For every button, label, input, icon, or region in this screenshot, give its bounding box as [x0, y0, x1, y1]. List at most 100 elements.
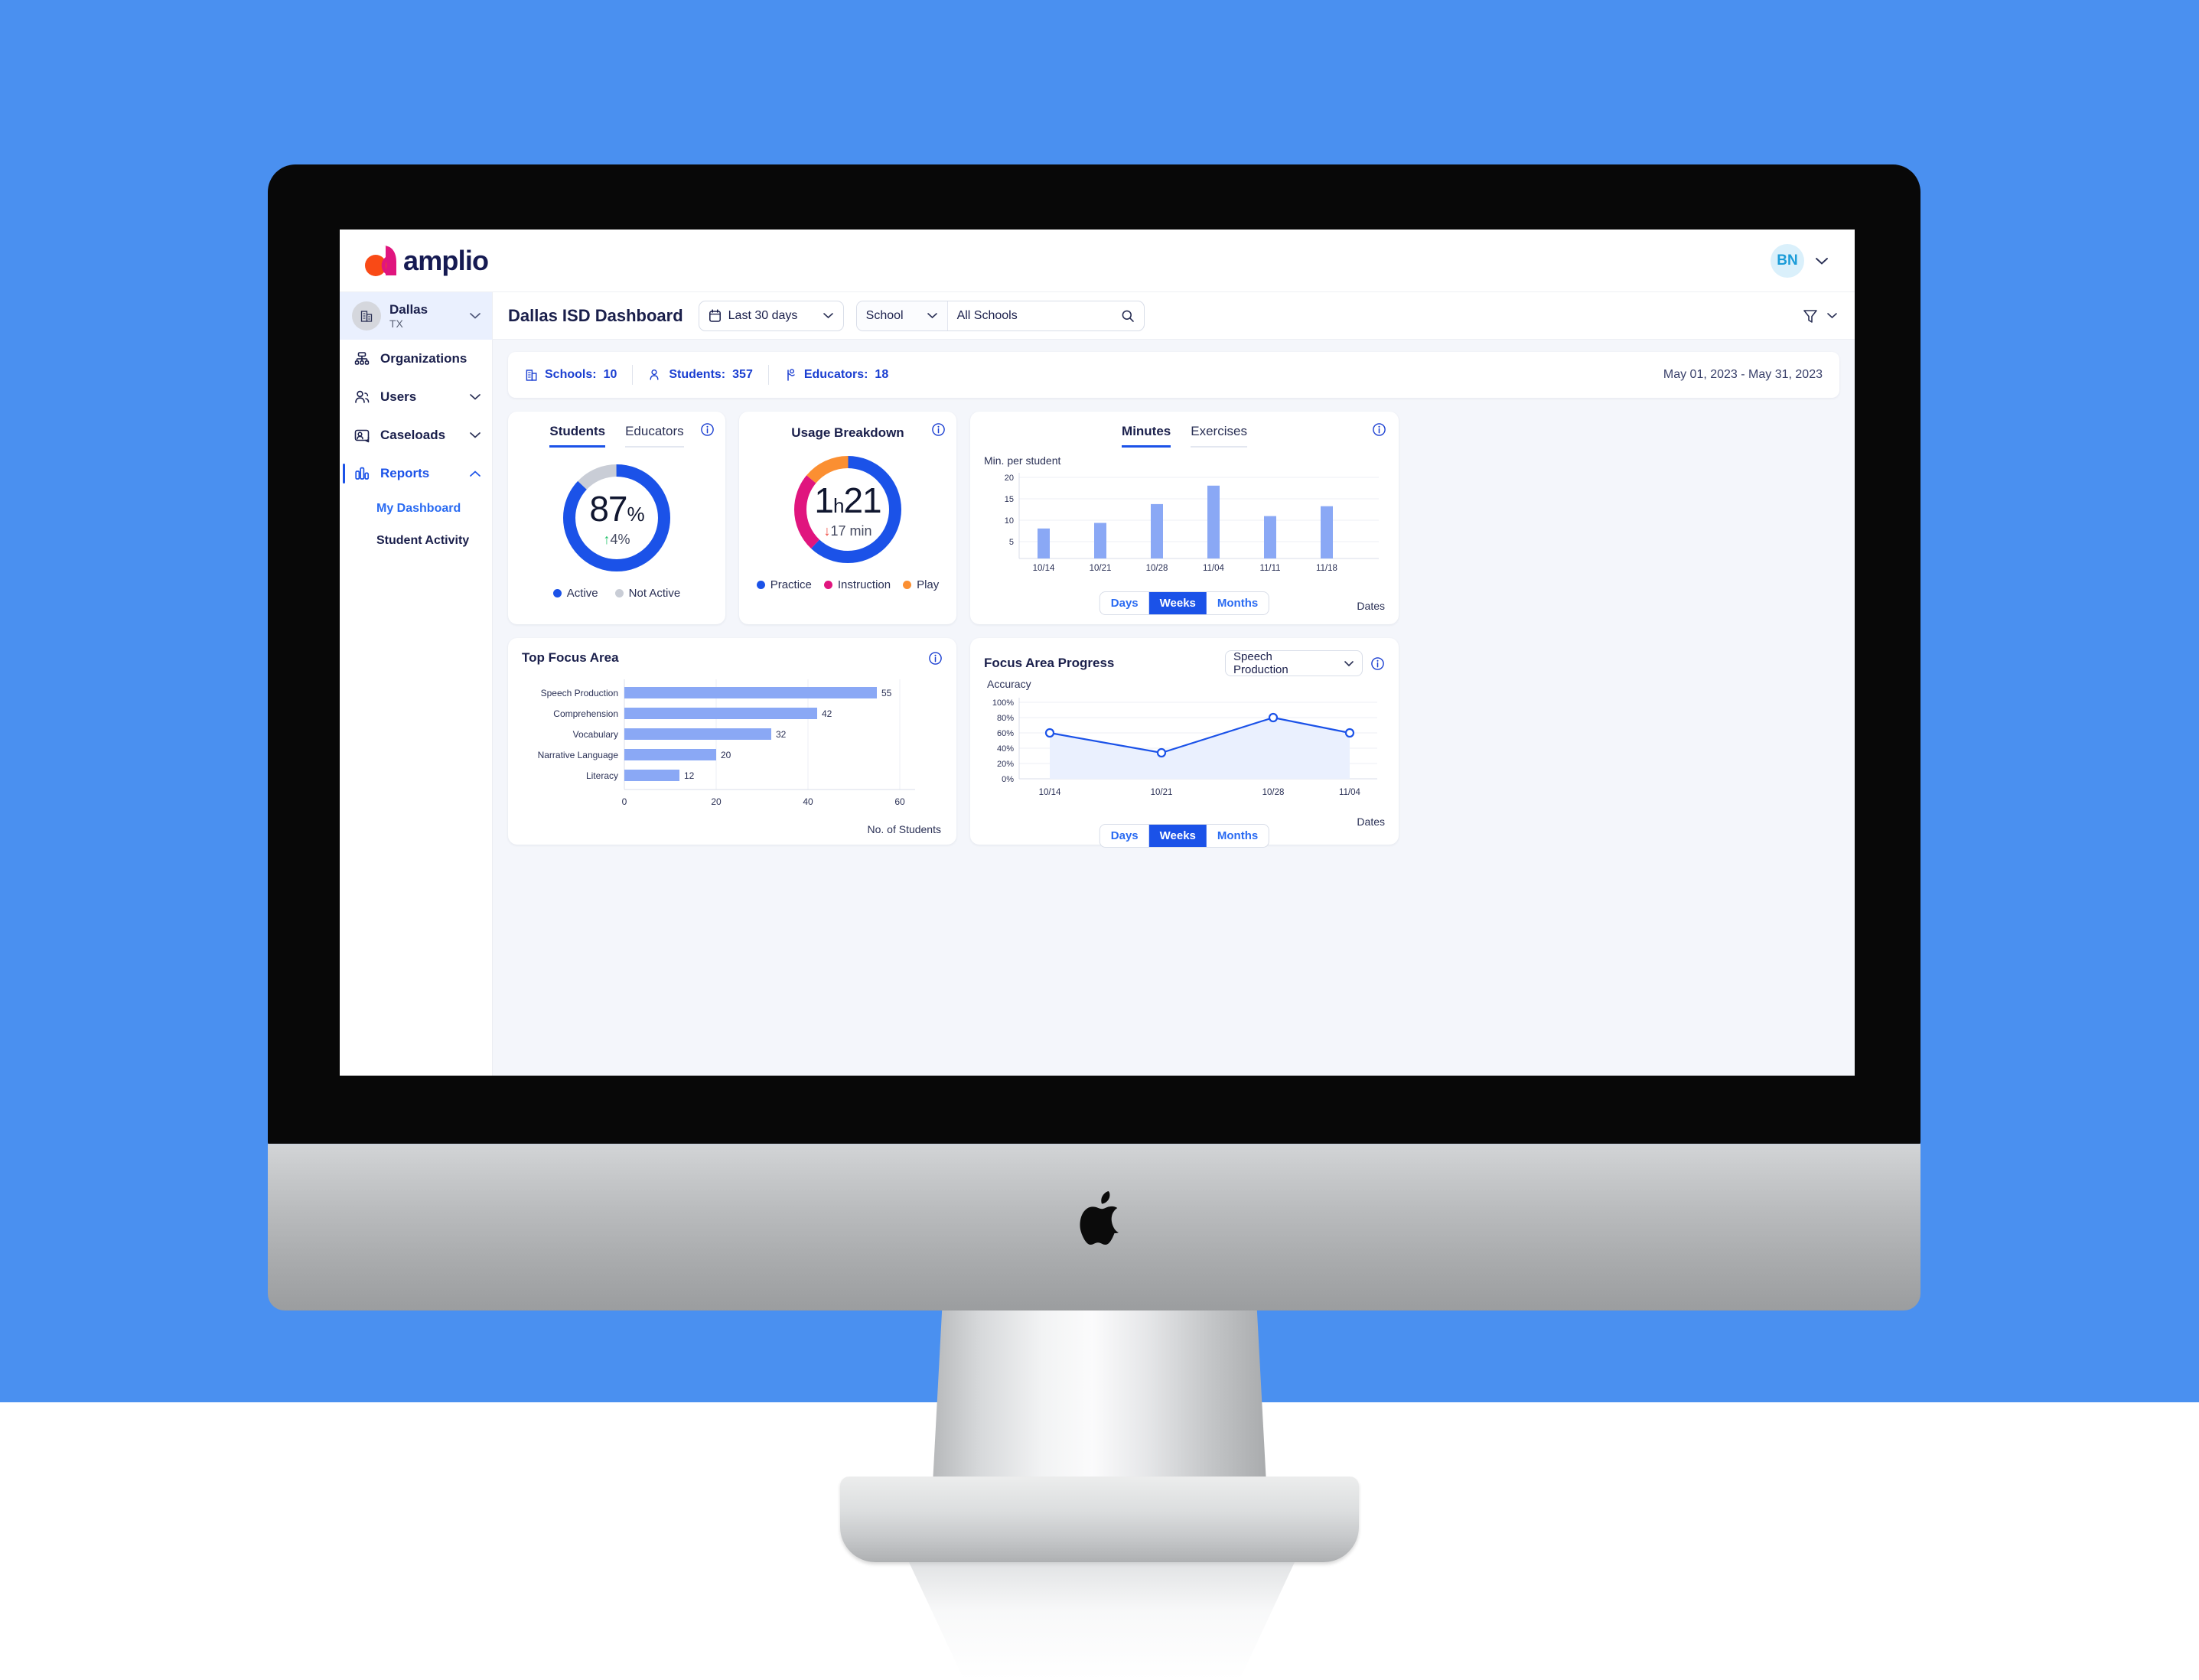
date-range-filter[interactable]: Last 30 days: [698, 300, 844, 331]
top-focus-header: Top Focus Area: [508, 638, 956, 666]
search-icon[interactable]: [1121, 309, 1135, 323]
avatar[interactable]: BN: [1771, 243, 1804, 278]
svg-text:10/28: 10/28: [1262, 788, 1285, 797]
legend-dot-icon: [903, 581, 912, 589]
building-icon: [352, 301, 381, 330]
stat-label: Students:: [669, 368, 726, 381]
focus-progress-xlabel: Dates: [1357, 816, 1385, 828]
svg-text:10/14: 10/14: [1033, 564, 1055, 571]
chevron-down-icon: [469, 312, 481, 320]
minutes-card-tabs: Minutes Exercises: [970, 412, 1399, 448]
info-icon[interactable]: [700, 422, 715, 437]
range-days[interactable]: Days: [1100, 592, 1149, 614]
account-menu[interactable]: BN: [1771, 243, 1829, 278]
amplio-logo-icon: [363, 243, 401, 278]
students-card: Students Educators 87% ↑4% Active Not Ac…: [508, 412, 725, 624]
chevron-down-icon[interactable]: [469, 431, 481, 439]
top-focus-title: Top Focus Area: [522, 650, 619, 665]
svg-text:Narrative Language: Narrative Language: [538, 750, 619, 760]
svg-text:60%: 60%: [997, 729, 1014, 738]
filter-menu[interactable]: [1802, 308, 1838, 324]
svg-text:11/04: 11/04: [1339, 788, 1361, 797]
svg-text:10: 10: [1005, 516, 1014, 526]
sidebar-item-label: Organizations: [380, 351, 467, 366]
screen-content: amplio BN Dallas TX Organizations Users …: [340, 230, 1855, 1076]
info-icon[interactable]: [1372, 422, 1386, 437]
focus-area-select[interactable]: Speech Production: [1225, 650, 1363, 676]
school-search-field[interactable]: All Schools: [948, 301, 1144, 330]
chevron-up-icon[interactable]: [469, 470, 481, 477]
tab-students[interactable]: Students: [549, 424, 606, 448]
svg-text:5: 5: [1009, 538, 1014, 547]
svg-text:32: 32: [776, 729, 787, 740]
svg-text:Comprehension: Comprehension: [553, 708, 618, 719]
funnel-icon[interactable]: [1802, 308, 1819, 324]
svg-text:20%: 20%: [997, 760, 1014, 769]
students-donut-chart: 87% ↑4%: [508, 460, 725, 576]
tab-minutes[interactable]: Minutes: [1122, 424, 1171, 448]
focus-progress-range-toggle[interactable]: Days Weeks Months: [1099, 824, 1270, 848]
svg-text:0%: 0%: [1002, 775, 1014, 784]
svg-text:100%: 100%: [992, 698, 1014, 708]
students-donut-center: 87% ↑4%: [559, 460, 675, 576]
legend-item: Instruction: [823, 578, 891, 591]
usage-donut-center: 1h21 ↓17 min: [790, 451, 906, 568]
dashboard-row-2: Top Focus Area Speech Production Compreh…: [508, 638, 1839, 848]
info-icon[interactable]: [931, 422, 946, 437]
minutes-range-toggle[interactable]: Days Weeks Months: [1099, 591, 1270, 615]
legend-dot-icon: [552, 589, 562, 597]
sidebar-item-caseloads[interactable]: Caseloads: [340, 416, 492, 454]
sidebar-item-reports[interactable]: Reports: [340, 454, 492, 493]
stat-value: 10: [603, 368, 617, 381]
svg-text:10/21: 10/21: [1090, 564, 1112, 571]
students-delta: ↑4%: [603, 532, 630, 547]
chevron-down-icon: [823, 312, 834, 319]
sidebar-item-users[interactable]: Users: [340, 378, 492, 416]
range-months[interactable]: Months: [1207, 825, 1269, 847]
tab-exercises[interactable]: Exercises: [1191, 424, 1247, 448]
chevron-down-icon[interactable]: [469, 393, 481, 401]
divider: [632, 365, 634, 385]
info-icon[interactable]: [928, 651, 943, 666]
info-icon[interactable]: [1370, 656, 1385, 671]
search-input[interactable]: All Schools: [957, 309, 1113, 323]
svg-text:15: 15: [1005, 495, 1014, 504]
svg-text:20: 20: [721, 750, 731, 760]
sidebar-item-organizations[interactable]: Organizations: [340, 340, 492, 378]
svg-text:40: 40: [803, 796, 813, 807]
student-icon: [648, 368, 662, 382]
svg-text:Speech Production: Speech Production: [541, 688, 618, 698]
svg-text:55: 55: [881, 688, 892, 698]
usage-legend: Practice Instruction Play: [739, 568, 956, 604]
chevron-down-icon: [1344, 660, 1354, 667]
educator-icon: [784, 368, 797, 382]
filter-bar: Dallas ISD Dashboard Last 30 days School…: [493, 292, 1855, 340]
range-weeks[interactable]: Weeks: [1148, 825, 1207, 847]
range-weeks[interactable]: Weeks: [1148, 592, 1207, 614]
sidebar-subitem-student-activity[interactable]: Student Activity: [340, 525, 492, 557]
monitor-stand-neck: [932, 1310, 1267, 1498]
stat-value: 18: [875, 368, 889, 381]
org-selector[interactable]: Dallas TX: [340, 292, 492, 340]
sidebar-item-label: Users: [380, 389, 417, 404]
org-name: Dallas: [389, 301, 428, 317]
svg-text:Literacy: Literacy: [586, 770, 618, 781]
svg-text:80%: 80%: [997, 714, 1014, 723]
sidebar: Dallas TX Organizations Users Caseloads …: [340, 292, 493, 1076]
chevron-down-icon: [1826, 312, 1838, 319]
svg-text:0: 0: [622, 796, 627, 807]
stat-educators: Educators: 18: [784, 368, 888, 382]
minutes-card: Minutes Exercises Min. per student 20 15…: [970, 412, 1399, 624]
school-building-icon: [525, 368, 538, 382]
svg-text:10/14: 10/14: [1039, 788, 1061, 797]
tab-educators[interactable]: Educators: [625, 424, 684, 448]
range-days[interactable]: Days: [1100, 825, 1149, 847]
brand-logo[interactable]: amplio: [355, 243, 489, 278]
svg-text:10/21: 10/21: [1151, 788, 1173, 797]
scope-select[interactable]: School: [856, 301, 948, 330]
school-filter-combo[interactable]: School All Schools: [855, 300, 1145, 331]
sidebar-subitem-my-dashboard[interactable]: My Dashboard: [340, 493, 492, 525]
range-months[interactable]: Months: [1207, 592, 1269, 614]
monitor-stand-base: [840, 1477, 1359, 1562]
svg-text:10/28: 10/28: [1146, 564, 1168, 571]
